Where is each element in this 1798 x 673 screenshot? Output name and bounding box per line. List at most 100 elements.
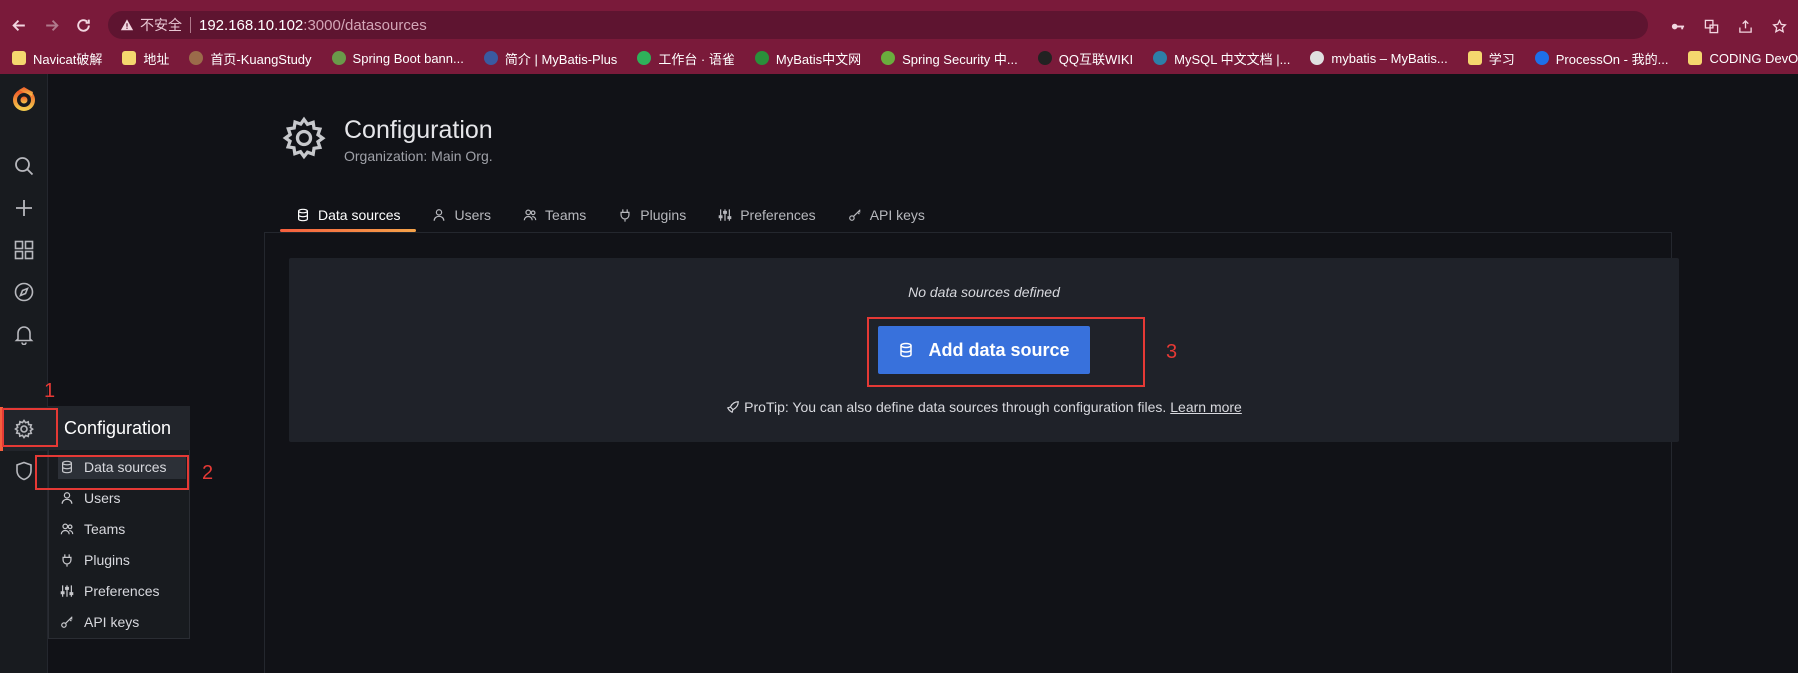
submenu-item-api-keys[interactable]: API keys: [58, 610, 186, 634]
annotation-box-3: [867, 317, 1145, 387]
bookmark-label: 简介 | MyBatis-Plus: [504, 51, 618, 67]
plug-icon: [618, 208, 640, 222]
key-icon: [848, 208, 870, 222]
empty-state-message: No data sources defined: [908, 284, 1060, 300]
bookmark-item[interactable]: 地址: [122, 49, 169, 68]
tab-label: Teams: [545, 207, 587, 223]
bookmark-item[interactable]: Spring Security 中...: [881, 49, 1018, 68]
tab-label: Users: [454, 207, 492, 223]
reload-button[interactable]: [70, 12, 96, 38]
tab-preferences[interactable]: Preferences: [702, 198, 831, 232]
address-bar[interactable]: 不安全 192.168.10.102:3000/datasources: [108, 11, 1648, 39]
translate-icon[interactable]: [1698, 13, 1724, 39]
bookmark-label: Spring Security 中...: [902, 51, 1018, 67]
bookmark-item[interactable]: ProcessOn - 我的...: [1534, 49, 1669, 68]
submenu-item-label: Preferences: [84, 583, 160, 599]
annotation-number-1: 1: [44, 380, 56, 402]
site-icon: [1037, 51, 1052, 65]
site-icon: [331, 51, 346, 65]
bookmark-item[interactable]: 简介 | MyBatis-Plus: [483, 49, 618, 68]
site-icon: [1310, 51, 1325, 65]
bookmark-item[interactable]: QQ互联WIKI: [1037, 49, 1134, 68]
bookmark-item[interactable]: MySQL 中文文档 |...: [1153, 49, 1290, 68]
bookmark-item[interactable]: 学习: [1467, 49, 1515, 68]
warning-icon: [120, 18, 134, 32]
gear-icon: [282, 116, 326, 160]
bookmark-item[interactable]: Navicat破解: [12, 49, 102, 68]
submenu-title[interactable]: Configuration: [48, 406, 190, 450]
bell-icon[interactable]: [12, 322, 36, 346]
submenu-item-label: Users: [84, 490, 121, 506]
key-icon[interactable]: [1664, 13, 1690, 39]
site-icon: [189, 51, 204, 65]
site-icon: [1153, 51, 1168, 65]
site-icon: [754, 51, 769, 65]
sliders-icon: [60, 584, 84, 598]
users-icon: [60, 522, 84, 536]
site-icon: [483, 51, 498, 65]
search-icon[interactable]: [12, 154, 36, 178]
bookmark-label: QQ互联WIKI: [1058, 51, 1134, 67]
grafana-logo-icon[interactable]: [11, 86, 37, 112]
site-icon: [1534, 51, 1549, 65]
bookmark-label: mybatis – MyBatis...: [1331, 50, 1448, 66]
folder-icon: [12, 51, 26, 65]
bookmark-star-icon[interactable]: [1766, 13, 1792, 39]
bookmark-label: CODING DevOps: [1709, 50, 1798, 66]
plug-icon: [60, 553, 84, 567]
back-button[interactable]: [6, 12, 32, 38]
folder-icon: [122, 51, 137, 65]
tab-plugins[interactable]: Plugins: [602, 198, 702, 232]
side-menu: [0, 74, 48, 673]
site-icon: [637, 51, 652, 65]
tab-teams[interactable]: Teams: [507, 198, 602, 232]
bookmark-item[interactable]: Spring Boot bann...: [331, 51, 464, 66]
bookmark-item[interactable]: 首页-KuangStudy: [189, 49, 312, 68]
bookmark-item[interactable]: mybatis – MyBatis...: [1310, 50, 1448, 66]
page-header: Configuration Organization: Main Org.: [280, 112, 493, 164]
bookmark-label: 地址: [143, 51, 170, 67]
submenu-item-label: API keys: [84, 614, 140, 630]
annotation-box-1: [2, 408, 58, 447]
key-icon: [60, 615, 84, 629]
sliders-icon: [718, 208, 740, 222]
bookmark-item[interactable]: 工作台 · 语雀: [637, 49, 735, 68]
bookmark-label: ProcessOn - 我的...: [1555, 51, 1669, 67]
tab-data-sources[interactable]: Data sources: [280, 198, 417, 232]
shield-icon[interactable]: [12, 459, 36, 483]
submenu-item-plugins[interactable]: Plugins: [58, 548, 186, 572]
rocket-icon: [727, 401, 739, 414]
tab-users[interactable]: Users: [416, 198, 507, 232]
compass-icon[interactable]: [12, 280, 36, 304]
user-icon: [60, 491, 84, 505]
annotation-number-3: 3: [1166, 341, 1178, 363]
bookmark-label: MySQL 中文文档 |...: [1174, 51, 1291, 67]
toolbar-actions: [1664, 13, 1792, 39]
users-icon: [523, 208, 545, 222]
browser-tab-strip: [0, 0, 1798, 8]
tab-label: API keys: [869, 207, 925, 223]
insecure-label: 不安全: [140, 17, 182, 33]
protip: ProTip: You can also define data sources…: [289, 399, 1679, 415]
learn-more-link[interactable]: Learn more: [1170, 399, 1242, 415]
dashboards-icon[interactable]: [12, 238, 36, 262]
bookmark-label: 首页-KuangStudy: [210, 51, 312, 67]
tab-label: Data sources: [318, 207, 401, 223]
annotation-number-2: 2: [202, 462, 214, 484]
bookmark-item[interactable]: MyBatis中文网: [754, 49, 861, 68]
url-host: 192.168.10.102: [199, 16, 304, 34]
annotation-box-2: [35, 455, 189, 490]
folder-icon: [1688, 51, 1703, 65]
tab-label: Plugins: [640, 207, 687, 223]
tab-label: Preferences: [740, 207, 816, 223]
folder-icon: [1467, 51, 1482, 65]
forward-button[interactable]: [38, 12, 64, 38]
url-path: :3000/datasources: [303, 16, 427, 34]
submenu-item-preferences[interactable]: Preferences: [58, 579, 186, 603]
submenu-item-teams[interactable]: Teams: [58, 517, 186, 541]
tab-api-keys[interactable]: API keys: [832, 198, 941, 232]
plus-icon[interactable]: [12, 196, 36, 220]
bookmark-item[interactable]: CODING DevOps: [1688, 51, 1798, 66]
share-icon[interactable]: [1732, 13, 1758, 39]
page-title: Configuration: [344, 116, 493, 144]
